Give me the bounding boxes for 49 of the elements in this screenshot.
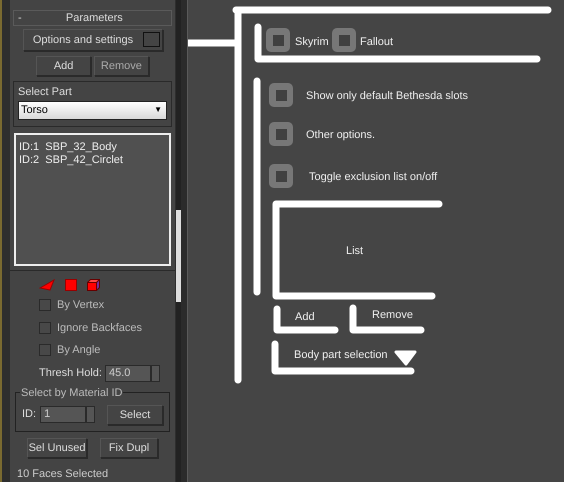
select-button[interactable]: Select (107, 404, 163, 424)
checkbox[interactable] (39, 299, 51, 312)
thresh-label: Thresh Hold: (39, 366, 102, 381)
square-icon (142, 32, 160, 48)
remove-button[interactable]: Remove (372, 307, 413, 324)
options-button[interactable]: Options and settings (22, 28, 162, 51)
thresh-field[interactable]: 45.0 (104, 364, 151, 382)
dropdown-arrow[interactable]: ▼ (154, 104, 162, 116)
id-label: ID: (22, 407, 36, 422)
triangle-icon[interactable] (39, 279, 55, 292)
dropdown-value: Torso (21, 103, 48, 118)
checkbox[interactable] (269, 164, 293, 188)
checkbox-label: Fallout (360, 35, 394, 50)
id-field[interactable]: 1 (40, 406, 86, 423)
status-text: 10 Faces Selected (17, 466, 110, 482)
checkbox[interactable] (332, 28, 356, 52)
checkbox[interactable] (266, 28, 290, 52)
scroll-thumb[interactable] (176, 210, 181, 302)
checkbox-label: Skyrim (295, 35, 329, 50)
checkbox[interactable] (39, 344, 51, 356)
parts-list[interactable]: ID:1 SBP_32_Body ID:2 SBP_42_Circlet (14, 132, 171, 266)
select-part-label: Select Part (18, 85, 73, 100)
rollout-header[interactable]: - Parameters (13, 10, 172, 26)
list-item[interactable]: ID:2 SBP_42_Circlet (19, 154, 166, 167)
scrollbar[interactable] (176, 0, 181, 482)
list-label: List (346, 244, 364, 259)
rollout-title: Parameters (64, 10, 124, 26)
checkbox-label: By Vertex (57, 298, 104, 313)
checkbox[interactable] (39, 322, 51, 334)
checkbox-label: Other options. (306, 128, 376, 143)
add-button[interactable]: Add (295, 309, 315, 326)
cube-icon[interactable] (87, 279, 100, 292)
part-dropdown[interactable]: Torso ▼ (18, 100, 167, 120)
list-item[interactable]: ID:1 SBP_32_Body (19, 140, 166, 154)
sel-unused-button[interactable]: Sel Unused (27, 438, 87, 458)
remove-button[interactable]: Remove (94, 56, 149, 76)
checkbox[interactable] (269, 83, 293, 107)
square-icon[interactable] (65, 279, 77, 292)
fix-button[interactable]: Fix Dupl (100, 438, 158, 458)
dropdown-arrow-icon[interactable] (394, 350, 416, 366)
checkbox-label: Toggle exclusion list on/off (309, 170, 438, 185)
checkbox-label: Ignore Backfaces (57, 320, 142, 336)
add-button[interactable]: Add (36, 56, 92, 76)
button-label: Options and settings (32, 32, 134, 48)
collapse-symbol[interactable]: - (18, 10, 22, 26)
dropdown-label[interactable]: Body part selection (294, 347, 388, 364)
checkbox-label: Show only default Bethesda slots (306, 89, 468, 104)
checkbox-label: By Angle (57, 343, 100, 358)
checkbox[interactable] (269, 122, 293, 146)
